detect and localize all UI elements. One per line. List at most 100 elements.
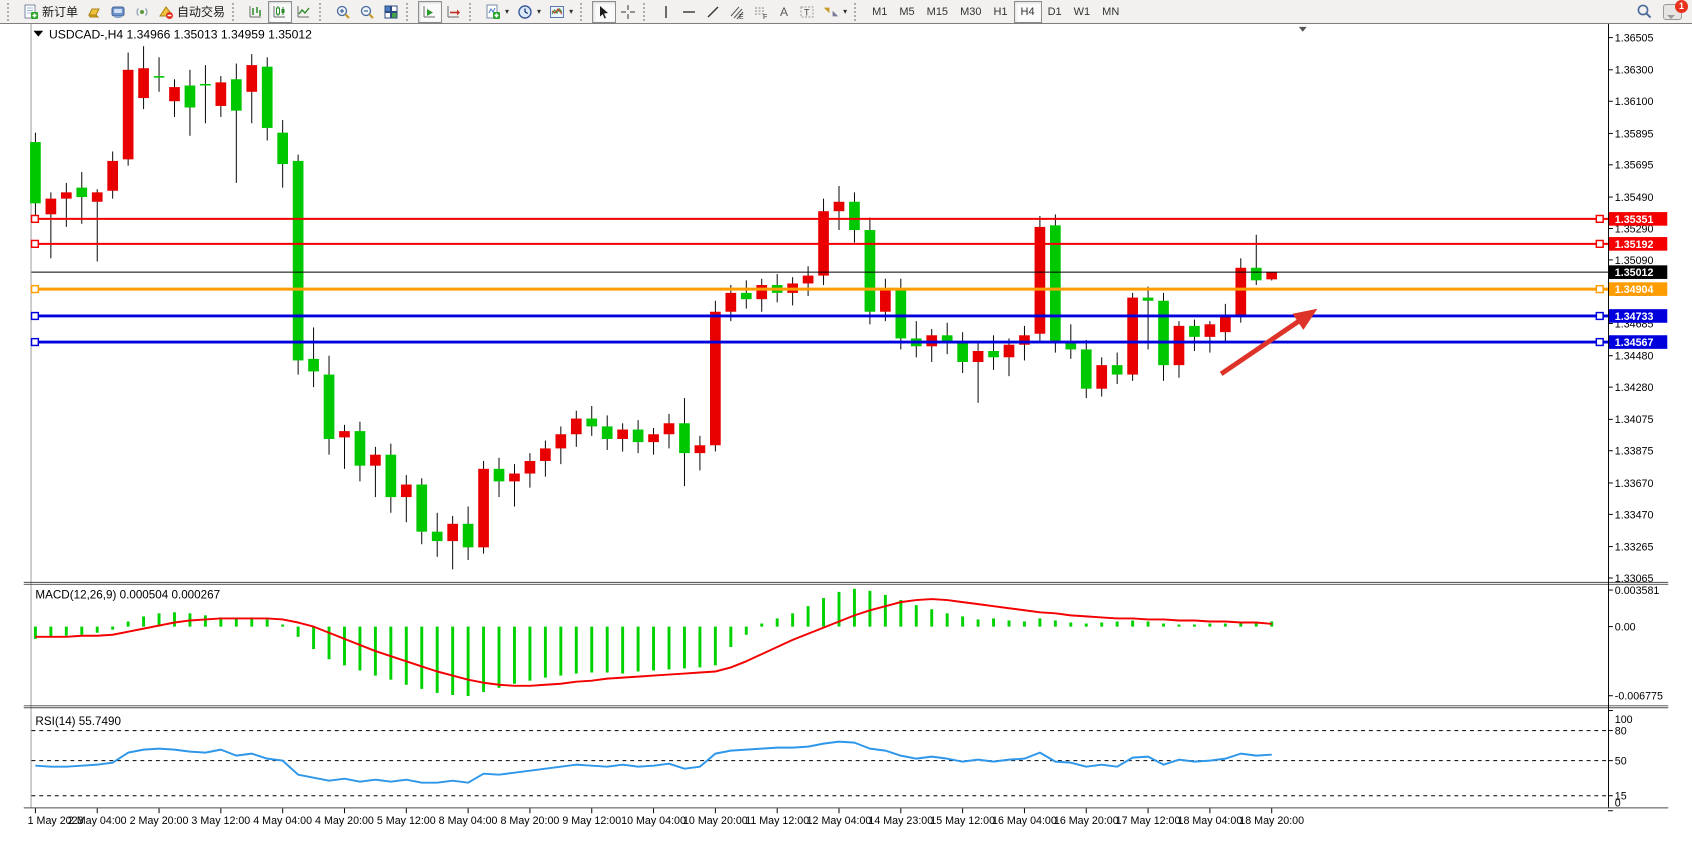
toolbar-grip[interactable] [854,3,861,21]
new-order-label: 新订单 [42,3,78,20]
chart-shift-marker[interactable] [1299,27,1307,32]
horizontal-line-button[interactable] [677,1,701,23]
chart-shift-button[interactable] [442,1,466,23]
macd-bar [436,627,439,693]
text-icon: A [777,4,791,20]
timeframe-d1[interactable]: D1 [1042,2,1068,22]
axis-label: 1.35895 [1615,128,1654,140]
macd-bar [1023,621,1026,626]
auto-trading-icon [158,4,174,20]
timeframe-m30[interactable]: M30 [954,2,987,22]
timeframe-m5[interactable]: M5 [893,2,920,22]
indicators-button[interactable]: ▾ [481,1,513,23]
axis-label: 80 [1615,725,1627,737]
gold-ingot-icon [86,4,102,20]
line-anchor[interactable] [1596,240,1603,247]
market-button[interactable] [82,1,106,23]
new-order-button[interactable]: 新订单 [19,1,82,23]
text-button[interactable]: A [773,1,795,23]
time-label: 4 May 20:00 [315,815,374,827]
line-anchor[interactable] [1596,286,1603,293]
arrows-button[interactable]: ▾ [819,1,851,23]
horizontal-line-icon [681,4,697,20]
channel-button[interactable]: E [725,1,749,23]
macd-bar [65,627,68,636]
broadcast-button[interactable] [130,1,154,23]
timeframe-h1[interactable]: H1 [987,2,1013,22]
toolbar-grip[interactable] [232,3,239,21]
cursor-button[interactable] [592,1,616,23]
candlestick-chart-button[interactable] [268,1,292,23]
candle-body [571,419,582,435]
macd-bar [389,627,392,680]
candle-body [1096,365,1107,389]
signals-button[interactable] [106,1,130,23]
vertical-line-button[interactable] [655,1,677,23]
candle-body [1127,298,1138,375]
line-anchor[interactable] [32,240,39,247]
new-order-icon [23,4,39,20]
timeframe-mn[interactable]: MN [1096,2,1125,22]
timeframe-m15[interactable]: M15 [921,2,954,22]
symbol-dropdown-icon[interactable] [33,31,43,37]
line-anchor[interactable] [1596,339,1603,346]
template-icon [549,4,565,20]
rsi-label: RSI(14) 55.7490 [35,715,121,728]
candle-body [1189,326,1200,337]
axis-label: 1.34280 [1615,382,1654,394]
toolbar-grip[interactable] [643,3,650,21]
time-label: 5 May 12:00 [377,815,436,827]
line-anchor[interactable] [1596,313,1603,320]
toolbar-grip[interactable] [406,3,413,21]
timeframe-h4[interactable]: H4 [1014,1,1042,23]
candle-body [339,431,350,437]
auto-trading-button[interactable]: 自动交易 [154,1,229,23]
timeframe-m1[interactable]: M1 [866,2,893,22]
bar-chart-button[interactable] [244,1,268,23]
candle-body [76,188,87,197]
line-chart-button[interactable] [292,1,316,23]
candle-body [1004,345,1015,358]
notifications-icon[interactable]: 1 [1663,4,1682,20]
line-anchor[interactable] [32,286,39,293]
trend-arrow[interactable] [1221,320,1300,373]
text-label-button[interactable]: T [795,1,819,23]
vertical-line-icon [659,4,673,20]
macd-bar [899,600,902,627]
crosshair-button[interactable] [616,1,640,23]
line-anchor[interactable] [32,313,39,320]
axis-label: 1.34075 [1615,414,1654,426]
macd-bar [1008,620,1011,626]
zoom-in-button[interactable] [331,1,355,23]
line-anchor[interactable] [32,339,39,346]
trend-arrow-head[interactable] [1293,309,1318,330]
candle-body [293,161,304,361]
axis-label: 1.34480 [1615,351,1654,363]
toolbar-grip[interactable] [319,3,326,21]
macd-bar [312,627,315,649]
time-label: 12 May 04:00 [807,815,872,827]
svg-text:A: A [780,5,788,19]
search-icon[interactable] [1636,3,1653,20]
trendline-button[interactable] [701,1,725,23]
axis-label: 1.33670 [1615,478,1654,490]
timeframe-w1[interactable]: W1 [1068,2,1097,22]
templates-button[interactable]: ▾ [545,1,577,23]
zoom-out-button[interactable] [355,1,379,23]
macd-bar [420,627,423,689]
toolbar-grip[interactable] [580,3,587,21]
price-badge-label: 1.34904 [1615,284,1654,296]
line-anchor[interactable] [32,215,39,222]
candle-body [509,474,520,482]
periods-button[interactable]: ▾ [513,1,545,23]
tile-windows-button[interactable] [379,1,403,23]
toolbar-grip[interactable] [469,3,476,21]
toolbar-grip[interactable] [7,3,14,21]
auto-scroll-button[interactable] [418,1,442,23]
candle-body [200,84,211,86]
line-anchor[interactable] [1596,215,1603,222]
chart-canvas[interactable]: 1.365051.363001.361001.358951.356951.354… [0,24,1692,855]
macd-bar [1162,624,1165,627]
macd-bar [1038,618,1041,626]
fibonacci-button[interactable]: F [749,1,773,23]
